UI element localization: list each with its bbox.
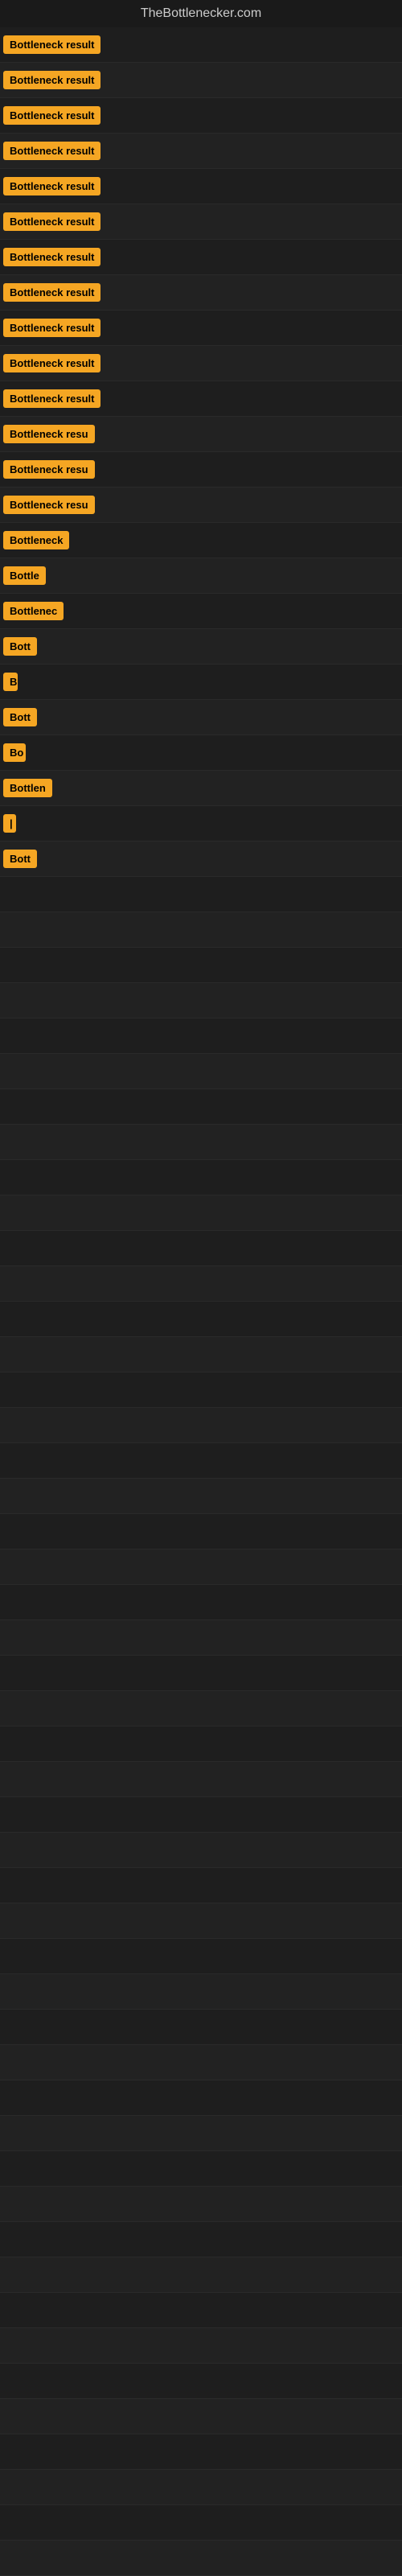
empty-row [0, 2151, 402, 2187]
empty-row [0, 2364, 402, 2399]
list-item: Bott [0, 629, 402, 665]
list-item: | [0, 806, 402, 842]
empty-row [0, 1479, 402, 1514]
list-item: Bottleneck result [0, 27, 402, 63]
empty-row [0, 1903, 402, 1939]
bottleneck-badge[interactable]: Bottleneck result [3, 248, 100, 266]
bottleneck-badge[interactable]: Bott [3, 850, 37, 868]
list-item: Bott [0, 842, 402, 877]
list-item: B [0, 665, 402, 700]
empty-row [0, 2010, 402, 2045]
empty-row [0, 2541, 402, 2576]
list-item: Bottleneck resu [0, 452, 402, 488]
empty-row [0, 1833, 402, 1868]
list-item: Bottleneck result [0, 381, 402, 417]
empty-row [0, 1656, 402, 1691]
bottleneck-badge[interactable]: Bottleneck result [3, 212, 100, 231]
empty-row [0, 2187, 402, 2222]
bottleneck-badge[interactable]: Bottlenec [3, 602, 64, 620]
list-item: Bottlen [0, 771, 402, 806]
site-title: TheBottlenecker.com [0, 0, 402, 27]
empty-row [0, 1125, 402, 1160]
empty-row [0, 912, 402, 948]
list-item: Bottleneck result [0, 134, 402, 169]
empty-row [0, 1549, 402, 1585]
empty-row [0, 1089, 402, 1125]
bottleneck-badge[interactable]: Bottleneck result [3, 35, 100, 54]
list-item: Bottleneck result [0, 240, 402, 275]
bottleneck-badge[interactable]: Bottleneck resu [3, 496, 95, 514]
empty-row [0, 2222, 402, 2257]
empty-row [0, 1762, 402, 1797]
empty-row [0, 2399, 402, 2434]
bottleneck-badge[interactable]: Bottleneck result [3, 142, 100, 160]
empty-row [0, 877, 402, 912]
list-item: Bottleneck result [0, 275, 402, 311]
bottleneck-badge[interactable]: Bottleneck result [3, 177, 100, 195]
empty-row [0, 2293, 402, 2328]
empty-row [0, 1620, 402, 1656]
bottleneck-badge[interactable]: Bottle [3, 566, 46, 585]
bottleneck-badge[interactable]: | [3, 814, 16, 833]
list-item: Bottleneck result [0, 63, 402, 98]
bottleneck-badge[interactable]: Bott [3, 708, 37, 726]
list-item: Bottleneck [0, 523, 402, 558]
empty-row [0, 1266, 402, 1302]
empty-row [0, 2505, 402, 2541]
bottleneck-badge[interactable]: Bott [3, 637, 37, 656]
empty-row [0, 1018, 402, 1054]
empty-row [0, 1585, 402, 1620]
empty-row [0, 1514, 402, 1549]
bottleneck-badge[interactable]: Bottleneck result [3, 389, 100, 408]
empty-row [0, 2470, 402, 2505]
list-item: Bottleneck resu [0, 488, 402, 523]
bottleneck-badge[interactable]: Bottleneck result [3, 283, 100, 302]
bottleneck-badge[interactable]: Bottlen [3, 779, 52, 797]
empty-row [0, 1939, 402, 1974]
bottleneck-badge[interactable]: Bottleneck resu [3, 425, 95, 443]
empty-row [0, 1195, 402, 1231]
list-item: Bottle [0, 558, 402, 594]
empty-row [0, 1691, 402, 1726]
list-item: Bottleneck result [0, 204, 402, 240]
bottleneck-badge[interactable]: B [3, 673, 18, 691]
empty-row [0, 1337, 402, 1372]
bottleneck-badge[interactable]: Bottleneck result [3, 71, 100, 89]
empty-row [0, 1054, 402, 1089]
empty-row [0, 1408, 402, 1443]
bottleneck-badge[interactable]: Bottleneck resu [3, 460, 95, 479]
empty-row [0, 2434, 402, 2470]
empty-row [0, 948, 402, 983]
empty-row [0, 1443, 402, 1479]
empty-row [0, 2257, 402, 2293]
bottleneck-badge[interactable]: Bo [3, 743, 26, 762]
empty-row [0, 1726, 402, 1762]
list-item: Bottlenec [0, 594, 402, 629]
empty-row [0, 1797, 402, 1833]
empty-row [0, 2080, 402, 2116]
empty-row [0, 1868, 402, 1903]
bottleneck-badge[interactable]: Bottleneck result [3, 319, 100, 337]
bottleneck-badge[interactable]: Bottleneck result [3, 354, 100, 372]
empty-row [0, 1974, 402, 2010]
list-item: Bott [0, 700, 402, 735]
bottleneck-badge[interactable]: Bottleneck result [3, 106, 100, 125]
empty-row [0, 983, 402, 1018]
list-item: Bottleneck result [0, 311, 402, 346]
list-item: Bottleneck result [0, 169, 402, 204]
empty-row [0, 2045, 402, 2080]
empty-row [0, 1372, 402, 1408]
bottleneck-badge[interactable]: Bottleneck [3, 531, 69, 549]
empty-row [0, 1231, 402, 1266]
empty-row [0, 1160, 402, 1195]
empty-row [0, 2328, 402, 2364]
list-item: Bottleneck result [0, 98, 402, 134]
list-item: Bottleneck resu [0, 417, 402, 452]
empty-row [0, 1302, 402, 1337]
list-item: Bottleneck result [0, 346, 402, 381]
list-item: Bo [0, 735, 402, 771]
empty-row [0, 2116, 402, 2151]
